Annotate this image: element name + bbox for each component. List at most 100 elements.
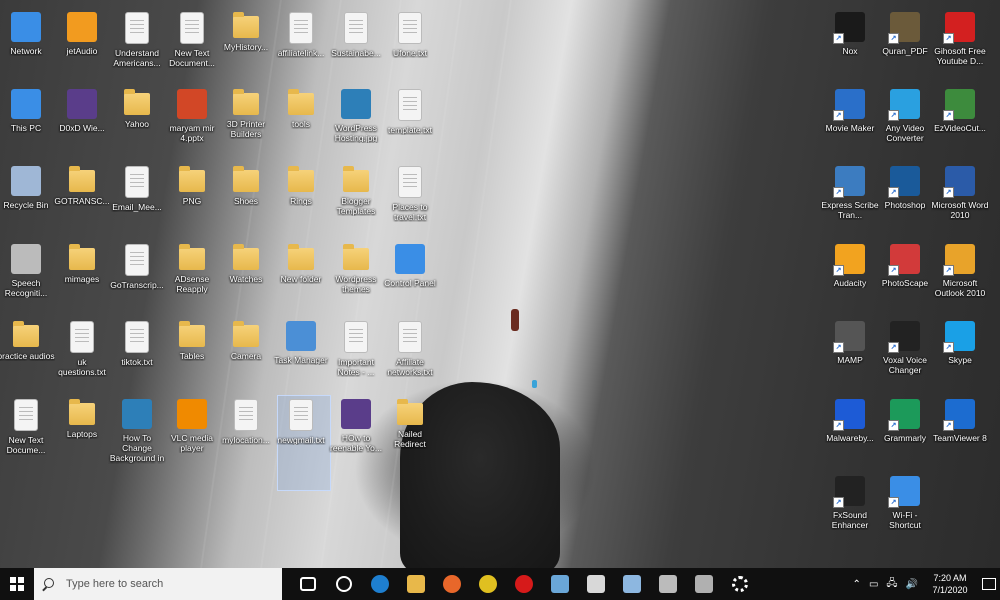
desktop-icon[interactable]: ↗ Nox (822, 8, 878, 80)
desktop-icon[interactable]: ↗ Quran_PDF (877, 8, 933, 80)
battery-icon[interactable]: ▭ (869, 579, 878, 590)
desktop-icon[interactable]: New Text Document... (164, 8, 220, 80)
desktop-icon[interactable]: ↗ Microsoft Outlook 2010 (932, 240, 988, 312)
desktop-icon[interactable]: ↗ Microsoft Word 2010 (932, 162, 989, 234)
taskbar-app-button[interactable] (686, 568, 722, 600)
desktop-icon[interactable]: Tables (164, 317, 220, 389)
taskbar-app-button[interactable] (614, 568, 650, 600)
search-input[interactable] (64, 577, 268, 591)
desktop-icon[interactable]: Sustainabe... (328, 8, 384, 80)
taskbar-app-button[interactable] (650, 568, 686, 600)
taskbar-app-button[interactable] (578, 568, 614, 600)
desktop-icon-label: Wi-Fi - Shortcut (889, 510, 921, 530)
desktop-icon[interactable]: ↗ Audacity (822, 240, 878, 312)
desktop-icon[interactable]: ↗ Grammarly (877, 395, 933, 467)
desktop-icon[interactable]: ↗ EzVideoCut... (932, 85, 988, 157)
desktop-icon[interactable]: Recycle Bin (0, 162, 54, 234)
volume-icon[interactable]: 🔊 (906, 579, 918, 590)
chevron-up-icon[interactable]: ⌃ (853, 579, 861, 590)
desktop-icon[interactable]: newgmail.txt (273, 395, 329, 467)
desktop-icon[interactable]: MyHistory... (218, 8, 274, 80)
start-button[interactable] (0, 568, 34, 600)
desktop-icon[interactable]: Camera (218, 317, 274, 389)
desktop-icon[interactable]: Email_Mee... (109, 162, 165, 234)
taskbar-app-button[interactable] (326, 568, 362, 600)
desktop-icon[interactable]: Rings (273, 162, 329, 234)
desktop-icon-label: Gihosoft Free Youtube D... (934, 46, 986, 66)
desktop-icon[interactable]: ↗ MAMP (822, 317, 878, 389)
desktop-icon[interactable]: tools (273, 85, 329, 157)
desktop-icon[interactable]: Control Panel (382, 240, 438, 312)
shortcut-arrow-icon: ↗ (943, 342, 954, 353)
desktop-icon[interactable]: ADsense Reapply (164, 240, 220, 312)
desktop-icon[interactable]: Task Manager (273, 317, 329, 389)
desktop-icon[interactable]: template.txt (382, 85, 438, 157)
desktop-icon[interactable]: Watches (218, 240, 274, 312)
desktop-icon[interactable]: ↗ Malwareby... (822, 395, 878, 467)
desktop-icon[interactable]: Blogger Templates (328, 162, 384, 234)
text-file-icon (289, 12, 313, 44)
desktop-icon[interactable]: PNG (164, 162, 220, 234)
desktop-icon[interactable]: Understand Americans... (109, 8, 165, 80)
desktop-icon[interactable]: ↗ Wi-Fi - Shortcut (877, 472, 933, 544)
desktop-icon[interactable]: ↗ FxSound Enhancer (822, 472, 878, 544)
desktop-icon[interactable]: D0xD Wie... (54, 85, 110, 157)
desktop-icon[interactable]: GoTranscrip... (109, 240, 165, 312)
desktop-icon[interactable]: ↗ TeamViewer 8 (932, 395, 988, 467)
desktop-icon[interactable]: maryam mir 4.pptx (164, 85, 220, 157)
desktop-icon[interactable]: tiktok.txt (109, 317, 165, 389)
desktop-icon[interactable]: ↗ Any Video Converter (877, 85, 933, 157)
network-tray-icon[interactable]: 🖧 (886, 576, 897, 593)
desktop-icon[interactable]: ↗ Movie Maker (822, 85, 878, 157)
taskbar-app-button[interactable] (470, 568, 506, 600)
desktop-icon[interactable]: ↗ Skype (932, 317, 988, 389)
pptx-icon (177, 89, 207, 119)
taskbar-app-button[interactable] (398, 568, 434, 600)
taskbar-app-button[interactable] (290, 568, 326, 600)
desktop-icon[interactable]: Important Notes - ... (328, 317, 384, 389)
taskbar-app-button[interactable] (506, 568, 542, 600)
desktop-icon[interactable]: ↗ PhotoScape (877, 240, 933, 312)
malwarebytes-icon: ↗ (833, 399, 865, 431)
desktop-icon[interactable]: ↗ Voxal Voice Changer (877, 317, 933, 389)
desktop-icon[interactable]: ↗ Gihosoft Free Youtube D... (932, 8, 988, 80)
desktop-icon[interactable]: GOTRANSC... (54, 162, 110, 234)
desktop-icon[interactable]: ↗ Photoshop (877, 162, 933, 234)
desktop-icon[interactable]: Laptops (54, 395, 110, 467)
desktop-icon[interactable]: VLC media player (164, 395, 220, 467)
taskbar-app-button[interactable] (542, 568, 578, 600)
desktop-icon[interactable]: HOw to reenable Yo... (328, 395, 384, 467)
desktop-icon[interactable]: Places to travel.txt (382, 162, 438, 234)
desktop-icon[interactable]: This PC (0, 85, 54, 157)
taskbar-app-button[interactable] (434, 568, 470, 600)
desktop-icon[interactable]: mylocation... (218, 395, 274, 467)
taskbar-clock[interactable]: 7:20 AM 7/1/2020 (922, 572, 978, 596)
desktop-icon[interactable]: affiliatelink... (273, 8, 329, 80)
desktop-icon[interactable]: jetAudio (54, 8, 110, 80)
desktop-icon[interactable]: 3D Printer Builders (218, 85, 274, 157)
desktop-icon[interactable]: Ufone.txt (382, 8, 438, 80)
photoshop-icon: ↗ (888, 166, 920, 198)
taskbar-app-button[interactable] (362, 568, 398, 600)
text-file-icon (125, 12, 149, 44)
desktop-icon[interactable]: Speech Recogniti... (0, 240, 54, 312)
desktop-icon[interactable]: Network (0, 8, 54, 80)
desktop-icon[interactable]: New Text Docume... (0, 395, 54, 467)
desktop-icon[interactable]: mimages (54, 240, 110, 312)
desktop-icon[interactable]: Yahoo (109, 85, 165, 157)
taskbar-search-box[interactable] (34, 568, 282, 600)
desktop-icon[interactable]: Nailed Redirect (382, 395, 438, 467)
desktop-icon[interactable]: practice audios (0, 317, 55, 389)
desktop-icon[interactable]: New folder (273, 240, 329, 312)
notification-center-button[interactable] (978, 568, 1000, 600)
desktop-icon[interactable]: Wordpress themes (328, 240, 384, 312)
desktop-icon[interactable]: uk questions.txt (54, 317, 110, 389)
folder-icon (179, 166, 205, 192)
desktop-icon[interactable]: Affiliate networks.txt (382, 317, 438, 389)
desktop-icon[interactable]: WordPress Hosting.jpg (328, 85, 384, 157)
taskbar-app-button[interactable] (722, 568, 758, 600)
desktop-icon[interactable]: Shoes (218, 162, 274, 234)
desktop-icon[interactable]: How To Change Background in Windows 10-2… (109, 395, 165, 467)
desktop-icon[interactable]: ↗ Express Scribe Tran... (821, 162, 879, 234)
desktop-icon-label: EzVideoCut... (934, 123, 986, 133)
